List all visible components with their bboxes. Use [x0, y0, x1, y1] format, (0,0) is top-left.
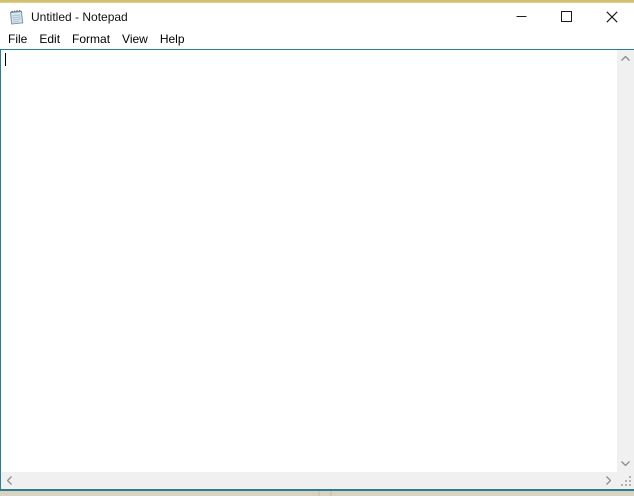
- window-title: Untitled - Notepad: [31, 9, 128, 24]
- notepad-window: Untitled - Notepad File Edit Format View…: [0, 0, 634, 491]
- text-caret: [5, 53, 6, 66]
- maximize-icon: [561, 11, 572, 22]
- scroll-right-button[interactable]: [600, 472, 617, 489]
- resize-grip-icon: [621, 476, 631, 486]
- chevron-left-icon: [7, 476, 12, 485]
- scroll-up-button[interactable]: [617, 50, 634, 67]
- menubar: File Edit Format View Help: [0, 30, 634, 49]
- horizontal-scrollbar[interactable]: [1, 472, 617, 489]
- notepad-icon: [8, 8, 25, 25]
- scroll-down-button[interactable]: [617, 455, 634, 472]
- screen: Untitled - Notepad File Edit Format View…: [0, 0, 634, 496]
- desktop-artifact-line: [318, 491, 320, 496]
- maximize-button[interactable]: [544, 3, 589, 30]
- chevron-up-icon: [621, 56, 630, 61]
- menu-file[interactable]: File: [2, 30, 33, 49]
- titlebar[interactable]: Untitled - Notepad: [0, 3, 634, 30]
- menu-view[interactable]: View: [116, 30, 154, 49]
- scroll-left-button[interactable]: [1, 472, 18, 489]
- vertical-scrollbar[interactable]: [617, 50, 634, 472]
- close-button[interactable]: [589, 3, 634, 30]
- minimize-icon: [516, 16, 527, 17]
- close-icon: [605, 10, 618, 23]
- desktop-artifact-line: [330, 491, 332, 496]
- editor: [0, 49, 634, 491]
- menu-edit[interactable]: Edit: [33, 30, 66, 49]
- chevron-right-icon: [606, 476, 611, 485]
- text-area[interactable]: [1, 50, 617, 472]
- resize-grip[interactable]: [617, 472, 634, 489]
- menu-format[interactable]: Format: [66, 30, 116, 49]
- menu-help[interactable]: Help: [154, 30, 191, 49]
- caption-buttons: [499, 3, 634, 30]
- chevron-down-icon: [621, 461, 630, 466]
- minimize-button[interactable]: [499, 3, 544, 30]
- desktop-background: [0, 491, 634, 496]
